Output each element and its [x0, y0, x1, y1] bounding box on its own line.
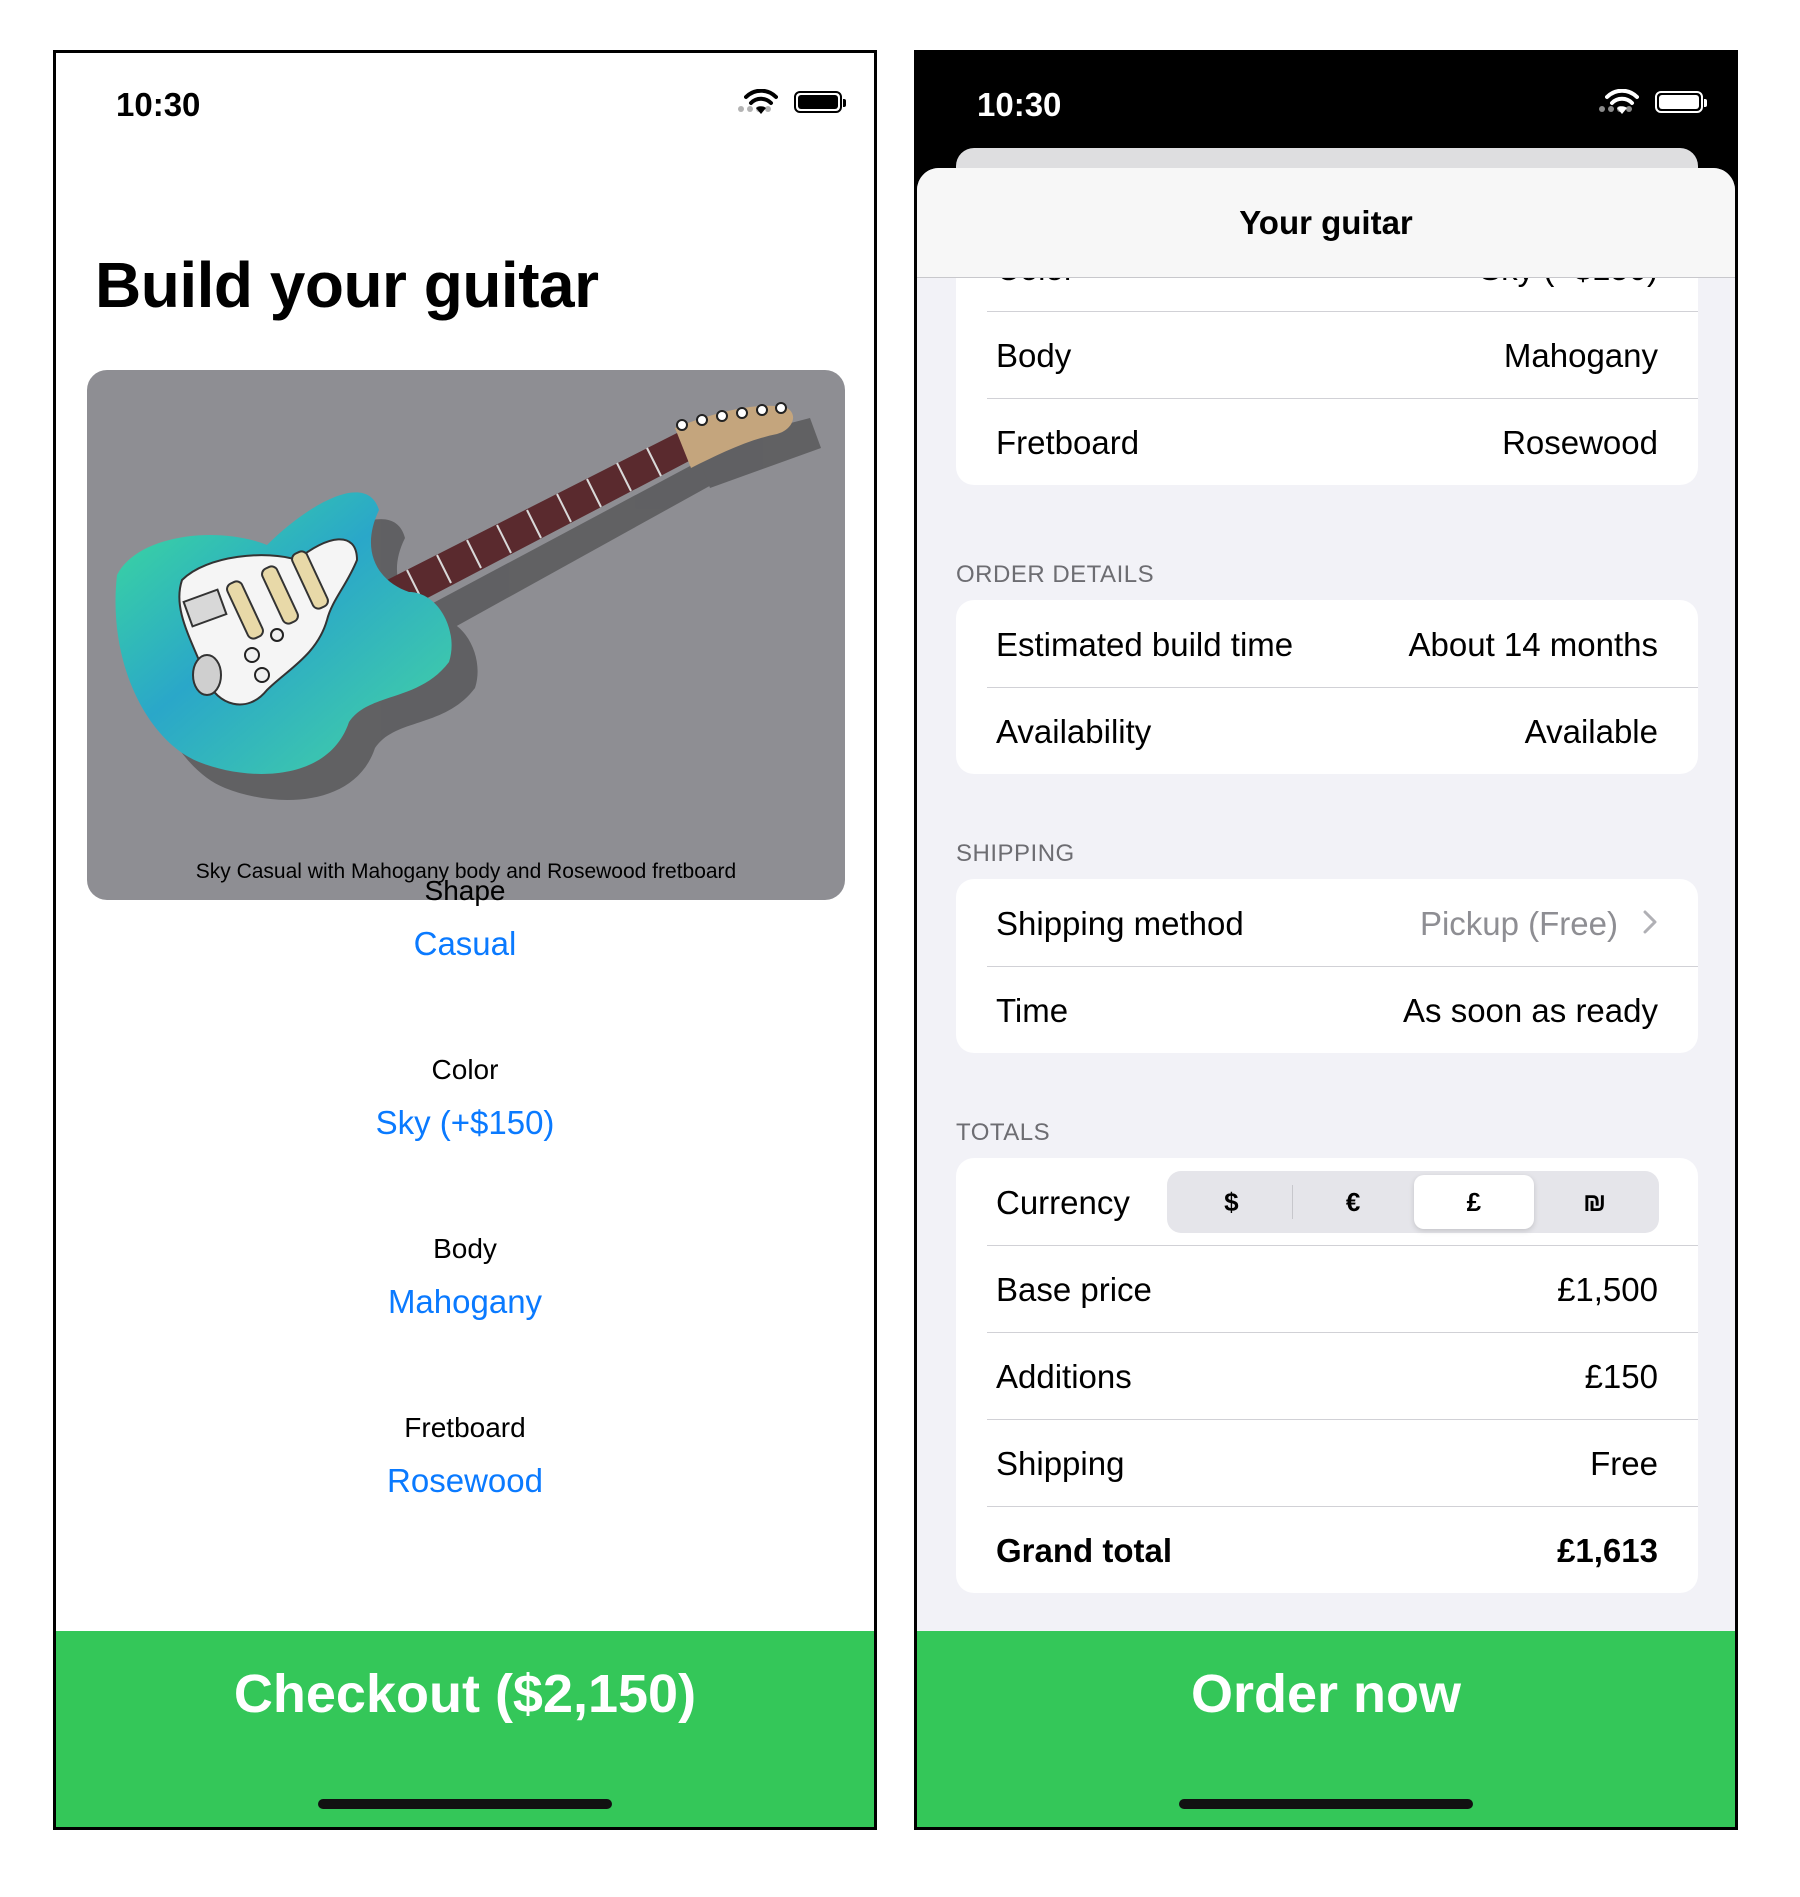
option-color: Color Sky (+$150) — [56, 1054, 874, 1142]
order-now-button[interactable]: Order now — [917, 1631, 1735, 1827]
guitar-preview: Sky Casual with Mahogany body and Rosewo… — [87, 370, 845, 900]
option-fretboard-picker[interactable]: Rosewood — [56, 1462, 874, 1500]
chevron-right-icon — [1643, 910, 1657, 934]
row-value: Free — [1590, 1445, 1658, 1482]
shipping-group: Shipping method Pickup (Free) Time As so… — [956, 879, 1698, 1053]
row-label: Estimated build time — [996, 626, 1294, 663]
checkout-button-label: Checkout ($2,150) — [233, 1664, 697, 1724]
battery-icon — [1655, 91, 1707, 113]
section-header-totals: TOTALS — [956, 1119, 1051, 1146]
status-bar: 10:30 — [56, 53, 874, 149]
order-sheet: Your guitar Color Sky (+$150) Body Mahog… — [917, 168, 1735, 1827]
wifi-icon — [744, 89, 778, 114]
row-label: Body — [996, 337, 1072, 374]
row-value: Available — [1524, 713, 1658, 750]
row-value: Rosewood — [1502, 424, 1658, 461]
row-value: Mahogany — [1503, 337, 1658, 374]
currency-option-dollar[interactable]: $ — [1171, 1175, 1292, 1229]
additions-row: Additions £150 — [956, 1332, 1698, 1419]
home-indicator[interactable] — [318, 1799, 612, 1809]
option-shape-label: Shape — [424, 875, 506, 906]
status-time: 10:30 — [977, 86, 1062, 123]
option-color-picker[interactable]: Sky (+$150) — [56, 1104, 874, 1142]
option-body-label: Body — [433, 1233, 497, 1264]
row-label: Shipping method — [996, 905, 1244, 942]
row-label: Base price — [996, 1271, 1152, 1308]
currency-option-shekel[interactable]: ₪ — [1534, 1175, 1655, 1229]
row-label: Currency — [996, 1184, 1130, 1221]
shipping-method-value: Pickup (Free) — [1419, 905, 1618, 942]
order-details-group: Estimated build time About 14 months Ava… — [956, 600, 1698, 774]
row-value: About 14 months — [1408, 626, 1659, 663]
row-label: Availability — [996, 713, 1152, 750]
wifi-icon — [1605, 89, 1639, 114]
currency-option-pound[interactable]: £ — [1413, 1175, 1535, 1229]
order-now-button-label: Order now — [1190, 1664, 1462, 1724]
option-shape: Shape Casual — [56, 875, 874, 963]
sheet-title: Your guitar — [1239, 204, 1413, 241]
row-value: As soon as ready — [1403, 992, 1658, 1029]
totals-group: Currency $ € £ ₪ Base price £1,500 Addit… — [956, 1158, 1698, 1593]
option-body-picker[interactable]: Mahogany — [56, 1283, 874, 1321]
checkout-button[interactable]: Checkout ($2,150) — [56, 1631, 874, 1827]
grand-total-row: Grand total £1,613 — [956, 1506, 1698, 1593]
availability-row: Availability Available — [956, 687, 1698, 774]
option-body: Body Mahogany — [56, 1233, 874, 1321]
shipping-method-row[interactable]: Shipping method Pickup (Free) — [956, 879, 1698, 966]
option-color-label: Color — [431, 1054, 499, 1085]
order-summary-screen: 10:30 Your guitar Color Sky (+$150) Body… — [914, 50, 1738, 1830]
guitar-illustration — [115, 402, 821, 800]
row-label: Shipping — [996, 1445, 1125, 1482]
shipping-time-row: Time As soon as ready — [956, 966, 1698, 1053]
base-price-row: Base price £1,500 — [956, 1245, 1698, 1332]
summary-row-fretboard: Fretboard Rosewood — [956, 398, 1698, 485]
page-title: Build your guitar — [95, 249, 599, 321]
row-label: Fretboard — [996, 424, 1140, 461]
section-header-shipping: SHIPPING — [956, 840, 1075, 867]
battery-icon — [794, 91, 846, 113]
shipping-cost-row: Shipping Free — [956, 1419, 1698, 1506]
row-label: Additions — [996, 1358, 1132, 1395]
currency-option-euro[interactable]: € — [1293, 1175, 1414, 1229]
row-label: Grand total — [996, 1532, 1173, 1569]
status-bar: 10:30 — [917, 53, 1735, 149]
home-indicator[interactable] — [1179, 1799, 1473, 1809]
currency-segmented-control: $ € £ ₪ — [1167, 1171, 1659, 1233]
grand-total-value: £1,613 — [1557, 1532, 1658, 1569]
option-fretboard: Fretboard Rosewood — [56, 1412, 874, 1500]
status-time: 10:30 — [116, 86, 201, 123]
row-value: £150 — [1584, 1358, 1658, 1395]
row-label: Time — [996, 992, 1069, 1029]
build-guitar-screen: 10:30 Build your guitar Sky Casual with … — [53, 50, 877, 1830]
row-value: £1,500 — [1557, 1271, 1658, 1308]
option-fretboard-label: Fretboard — [404, 1412, 526, 1443]
summary-row-body: Body Mahogany — [956, 311, 1698, 398]
currency-row: Currency $ € £ ₪ — [956, 1158, 1698, 1245]
sheet-nav-bar: Your guitar — [917, 168, 1735, 278]
build-time-row: Estimated build time About 14 months — [956, 600, 1698, 687]
option-shape-picker[interactable]: Casual — [56, 925, 874, 963]
section-header-order-details: ORDER DETAILS — [956, 561, 1155, 588]
